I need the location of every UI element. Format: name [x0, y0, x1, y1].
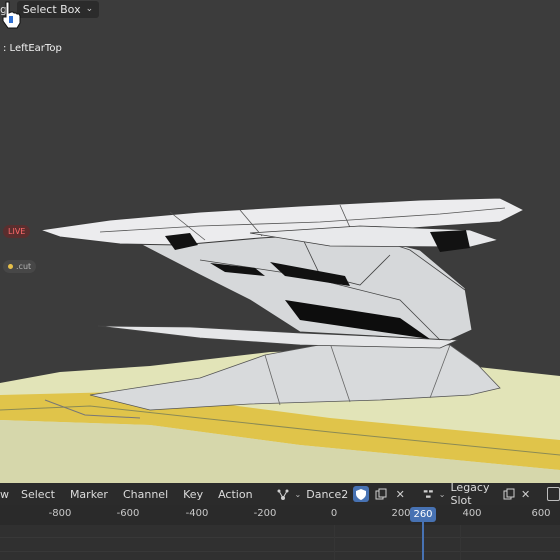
fake-user-shield-icon[interactable]: [353, 486, 370, 502]
keyframe-channels[interactable]: [0, 525, 560, 560]
active-object-name: : LeftEarTop: [3, 43, 62, 54]
mesh-render: [0, 197, 560, 483]
ruler-tick: 600: [531, 508, 551, 519]
editor-type-icon[interactable]: [546, 487, 560, 501]
menu-action[interactable]: Action: [218, 488, 252, 501]
duplicate-icon[interactable]: [503, 487, 515, 501]
live-badge: LIVE: [3, 225, 31, 238]
pointing-hand-cursor-icon: [2, 1, 21, 29]
menu-marker[interactable]: Marker: [70, 488, 108, 501]
current-frame-indicator[interactable]: 260: [410, 507, 436, 522]
ruler-tick: 0: [330, 508, 338, 519]
duplicate-icon[interactable]: [374, 487, 388, 501]
action-type-icon: [277, 489, 289, 500]
action-name[interactable]: Dance2: [306, 488, 348, 501]
select-mode-value: Select Box: [22, 2, 81, 16]
status-dot-icon: [8, 264, 13, 269]
menu-key[interactable]: Key: [183, 488, 203, 501]
close-icon[interactable]: ✕: [520, 487, 531, 501]
chevron-down-icon: ⌄: [85, 4, 94, 14]
3d-viewport[interactable]: g: Select Box ⌄ : LeftEarTop LIVE .cut: [0, 0, 560, 483]
playhead[interactable]: [422, 522, 424, 560]
menu-select[interactable]: Select: [21, 488, 55, 501]
slot-icon: [424, 490, 434, 498]
menu-view[interactable]: w: [0, 488, 9, 501]
menu-channel[interactable]: Channel: [123, 488, 168, 501]
slot-label[interactable]: Legacy Slot: [451, 481, 499, 507]
timeline-area[interactable]: -800 -600 -400 -200 0 200 400 600 260: [0, 505, 560, 560]
frame-ruler[interactable]: -800 -600 -400 -200 0 200 400 600: [0, 505, 560, 525]
ruler-tick: -400: [185, 508, 209, 519]
chevron-down-icon: ⌄: [438, 489, 446, 499]
select-mode-dropdown[interactable]: Select Box ⌄: [16, 0, 100, 18]
ruler-tick: 400: [462, 508, 482, 519]
cut-badge-label: .cut: [16, 262, 32, 271]
ruler-tick: -200: [253, 508, 277, 519]
ruler-tick: 200: [391, 508, 411, 519]
dopesheet-header: w Select Marker Channel Key Action ⌄ Dan…: [0, 481, 560, 507]
close-icon[interactable]: ✕: [393, 487, 407, 501]
slot-selector[interactable]: ⌄ Legacy Slot ✕: [423, 481, 531, 507]
cut-badge: .cut: [3, 260, 37, 273]
chevron-down-icon: ⌄: [294, 489, 302, 499]
action-selector[interactable]: ⌄ Dance2 ✕: [276, 486, 408, 502]
ruler-tick: -800: [48, 508, 72, 519]
ruler-tick: -600: [116, 508, 140, 519]
